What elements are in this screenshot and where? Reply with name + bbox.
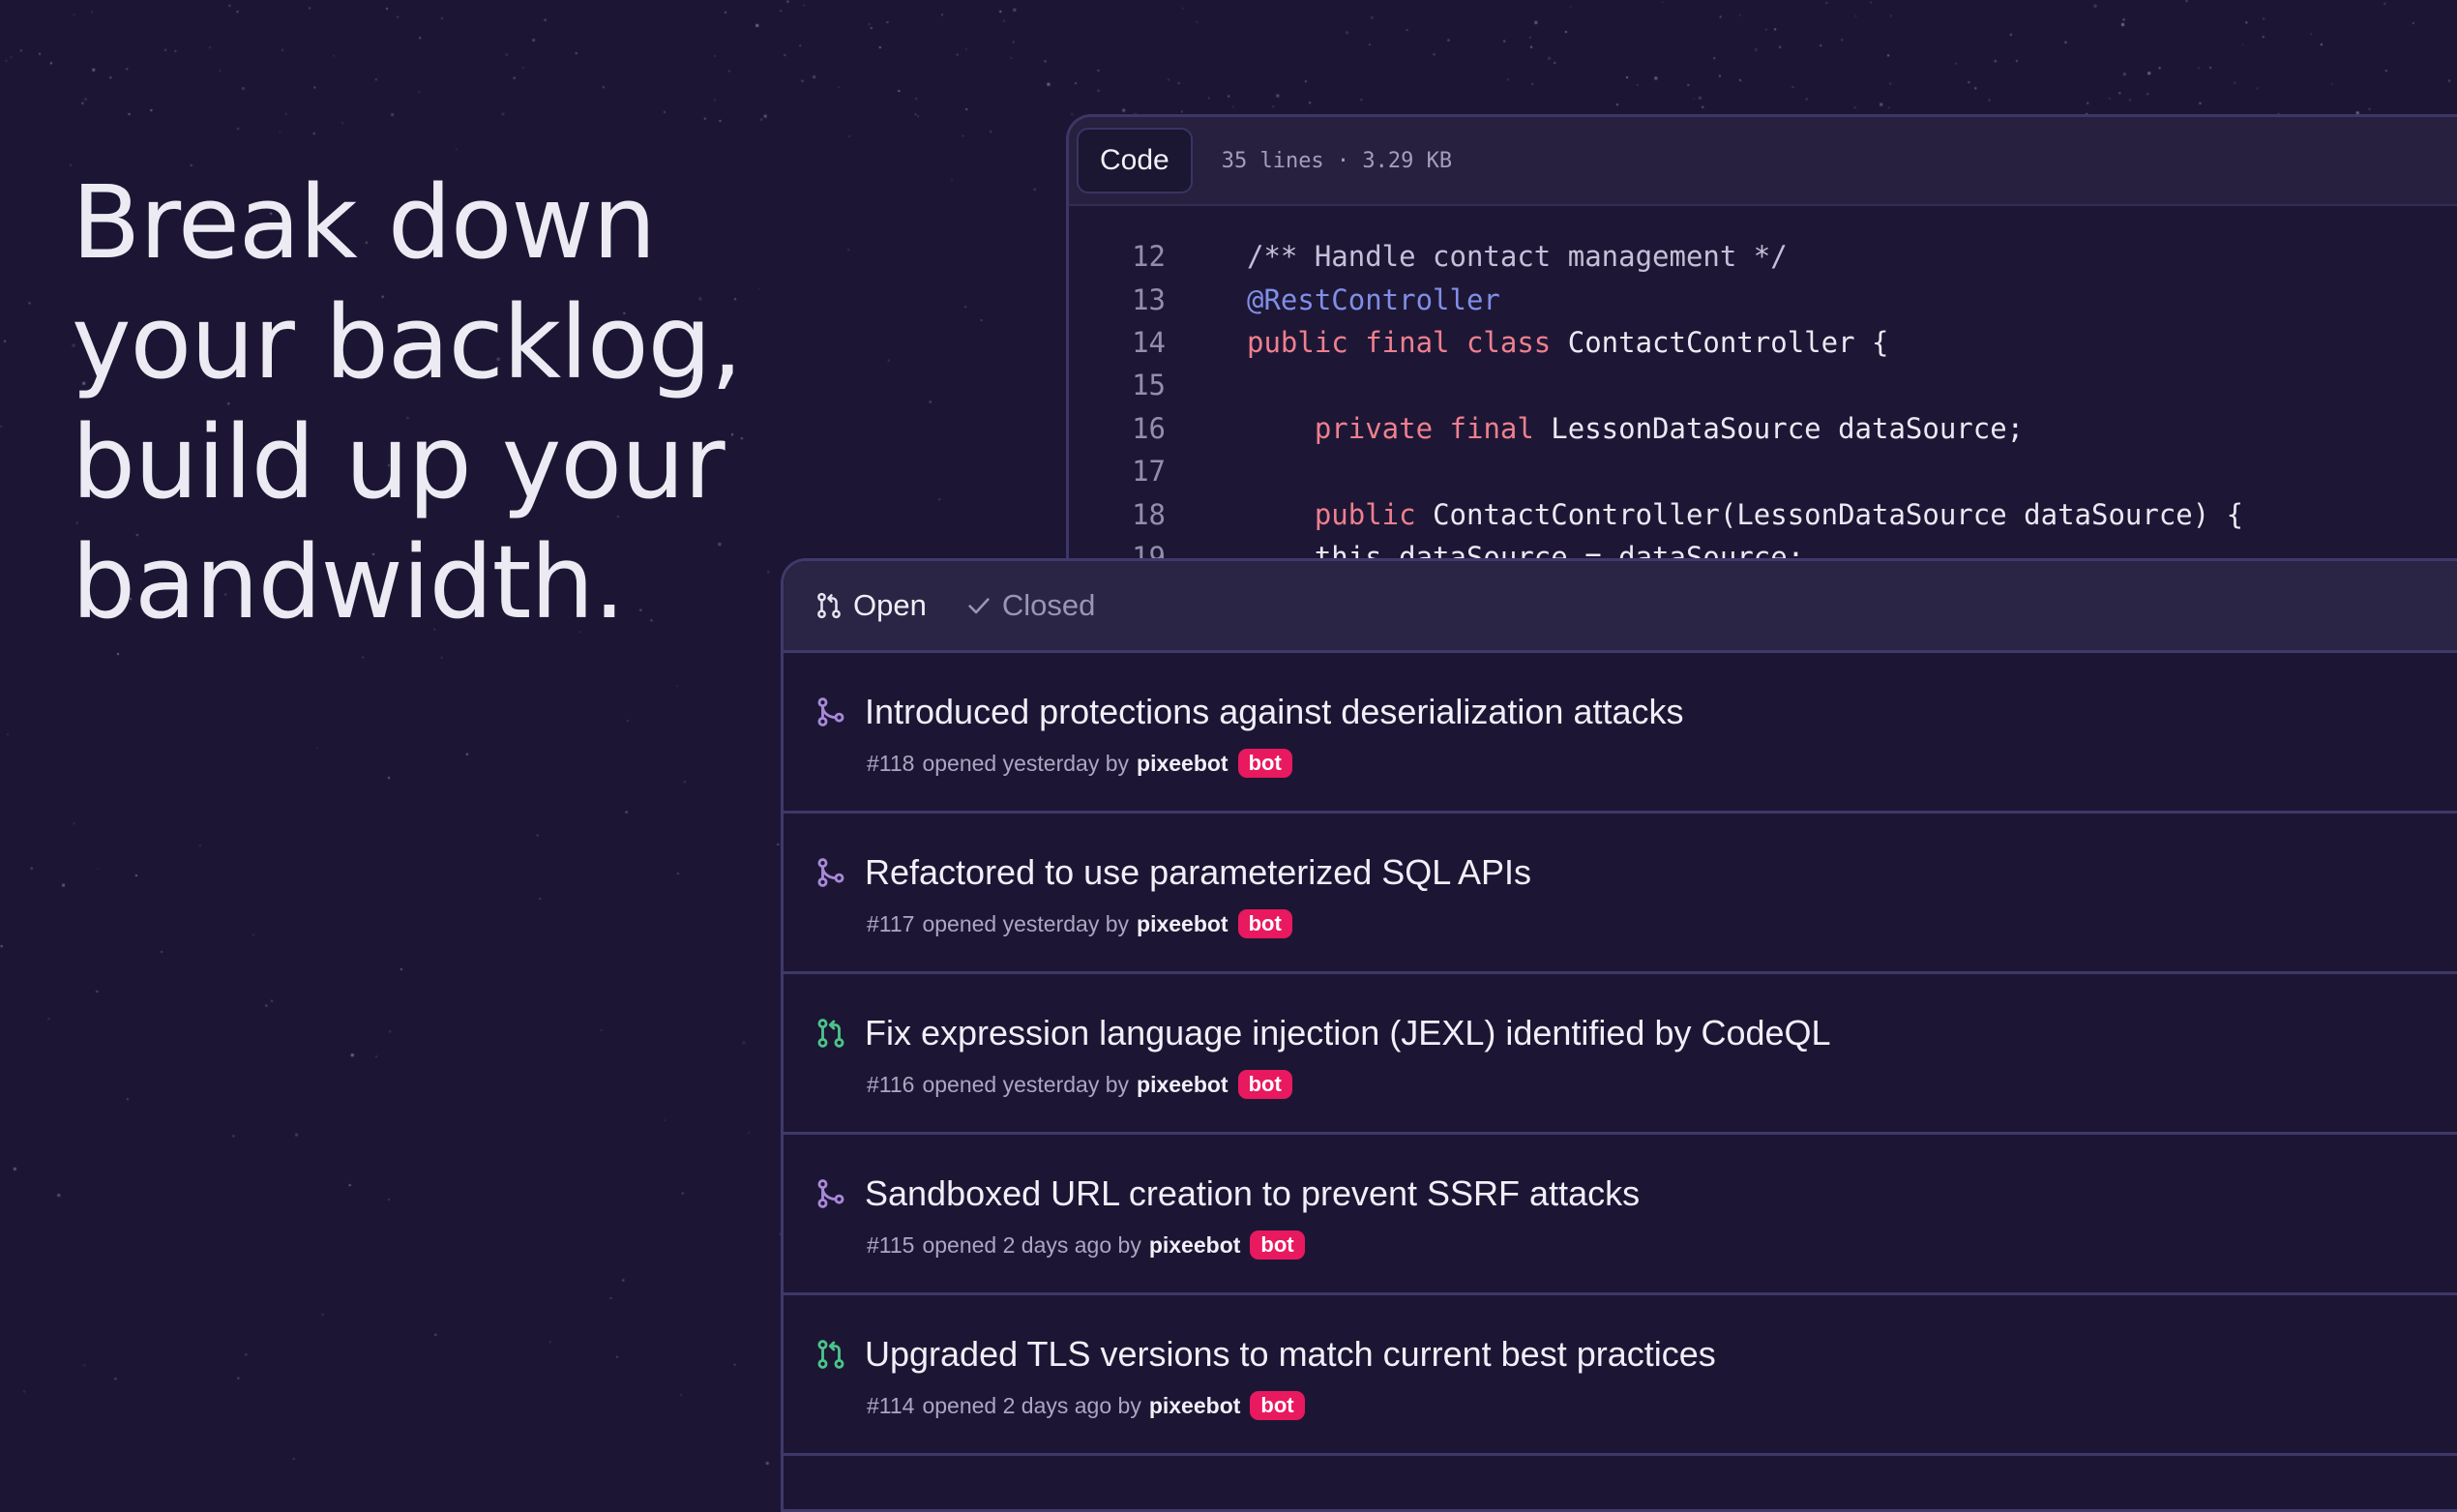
pull-request-meta: #114 opened 2 days ago by pixeebot bot	[867, 1391, 1305, 1420]
pull-request-list-panel: Open Closed Introduced protections again…	[781, 558, 2457, 1512]
pull-request-opened: opened yesterday by	[922, 910, 1130, 936]
pull-request-number: #118	[867, 750, 915, 776]
merged-pr-icon	[817, 1179, 844, 1208]
file-info: 35 lines · 3.29 KB	[1221, 148, 1453, 173]
pull-request-number: #115	[867, 1231, 915, 1258]
code-text: public final class ContactController {	[1166, 326, 1888, 359]
pull-request-row[interactable]: Upgraded TLS versions to match current b…	[784, 1295, 2457, 1456]
hero-headline: Break down your backlog, build up your b…	[72, 163, 884, 642]
bot-badge: bot	[1237, 749, 1292, 778]
bot-badge: bot	[1237, 909, 1292, 938]
pull-request-row[interactable]: Introduced protections against deseriali…	[784, 653, 2457, 814]
pull-request-row[interactable]: Refactored to use parameterized SQL APIs…	[784, 814, 2457, 974]
code-line: 16 private final LessonDataSource dataSo…	[1069, 407, 2457, 450]
pull-request-title[interactable]: Sandboxed URL creation to prevent SSRF a…	[865, 1173, 1640, 1214]
pull-request-opened: opened 2 days ago by	[922, 1231, 1141, 1258]
pull-request-meta: #117 opened yesterday by pixeebot bot	[867, 909, 1292, 938]
code-body: 12 /** Handle contact management */ 13 @Res…	[1069, 235, 2457, 578]
code-token: private final	[1314, 411, 1552, 445]
code-token: ContactController {	[1567, 325, 1889, 359]
code-token: public final class	[1247, 325, 1568, 359]
code-token: public	[1314, 497, 1434, 531]
pull-request-title[interactable]: Introduced protections against deseriali…	[865, 692, 1684, 732]
pull-request-number: #116	[867, 1071, 915, 1097]
pull-request-meta: #115 opened 2 days ago by pixeebot bot	[867, 1230, 1305, 1260]
code-line: 15	[1069, 364, 2457, 406]
open-pr-icon	[817, 1340, 844, 1369]
open-pr-icon	[817, 1019, 844, 1048]
line-number: 15	[1132, 369, 1166, 402]
pull-request-author[interactable]: pixeebot	[1149, 1232, 1241, 1259]
code-line: 14 public final class ContactController {	[1069, 321, 2457, 364]
pull-request-author[interactable]: pixeebot	[1149, 1393, 1241, 1419]
line-number: 17	[1132, 455, 1166, 489]
code-tab[interactable]: Code	[1077, 128, 1193, 193]
pull-request-number: #114	[867, 1392, 915, 1418]
closed-filter-tab[interactable]: Closed	[965, 588, 1096, 623]
headline-line-3: build up your	[72, 403, 725, 521]
pull-request-opened: opened yesterday by	[922, 1071, 1130, 1097]
headline-line-4: bandwidth.	[72, 523, 625, 641]
pull-request-opened: opened yesterday by	[922, 750, 1130, 776]
closed-filter-label: Closed	[1001, 588, 1096, 622]
headline-line-2: your backlog,	[72, 283, 743, 401]
merged-pr-icon	[817, 858, 844, 887]
code-line: 18 public ContactController(LessonDataSo…	[1069, 492, 2457, 535]
merged-pr-icon	[817, 697, 844, 726]
pull-request-meta: #118 opened yesterday by pixeebot bot	[867, 749, 1292, 778]
line-number: 14	[1132, 325, 1166, 359]
pull-request-row[interactable]: Fix expression language injection (JEXL)…	[784, 974, 2457, 1135]
bot-badge: bot	[1237, 1070, 1292, 1099]
pull-request-title[interactable]: Upgraded TLS versions to match current b…	[865, 1334, 1716, 1375]
code-token: ContactController(LessonDataSource dataS…	[1433, 497, 2244, 531]
pull-request-title[interactable]: Fix expression language injection (JEXL)…	[865, 1013, 1831, 1053]
code-text: /** Handle contact management */	[1166, 240, 1788, 273]
open-filter-label: Open	[853, 588, 927, 622]
pull-request-number: #117	[867, 910, 915, 936]
code-text: public ContactController(LessonDataSourc…	[1166, 498, 2243, 531]
pull-request-title[interactable]: Refactored to use parameterized SQL APIs	[865, 852, 1531, 893]
code-line: 13 @RestController	[1069, 278, 2457, 320]
bot-badge: bot	[1250, 1230, 1305, 1260]
headline-line-1: Break down	[72, 163, 656, 282]
pull-request-author[interactable]: pixeebot	[1137, 751, 1228, 777]
pull-request-author[interactable]: pixeebot	[1137, 911, 1228, 937]
code-viewer-header: Code 35 lines · 3.29 KB	[1069, 117, 2457, 206]
code-token: @RestController	[1247, 282, 1500, 316]
pull-request-row[interactable]: Sandboxed URL creation to prevent SSRF a…	[784, 1135, 2457, 1295]
line-number: 13	[1132, 282, 1166, 316]
line-number: 18	[1132, 497, 1166, 531]
code-token: LessonDataSource dataSource;	[1551, 411, 2025, 445]
open-filter-tab[interactable]: Open	[814, 588, 927, 623]
code-line: 12 /** Handle contact management */	[1069, 235, 2457, 278]
bot-badge: bot	[1250, 1391, 1305, 1420]
code-text: @RestController	[1166, 283, 1500, 316]
pull-request-author[interactable]: pixeebot	[1137, 1072, 1228, 1098]
pull-request-filter-bar: Open Closed	[784, 561, 2457, 653]
line-number: 16	[1132, 411, 1166, 445]
check-icon	[968, 598, 990, 614]
code-line: 17	[1069, 450, 2457, 492]
line-number: 12	[1132, 240, 1166, 274]
pull-request-opened: opened 2 days ago by	[922, 1392, 1141, 1418]
pull-request-meta: #116 opened yesterday by pixeebot bot	[867, 1070, 1292, 1099]
pull-request-icon	[817, 592, 841, 619]
code-token: /** Handle contact management */	[1247, 240, 1788, 274]
code-text: private final LessonDataSource dataSourc…	[1166, 412, 2024, 445]
